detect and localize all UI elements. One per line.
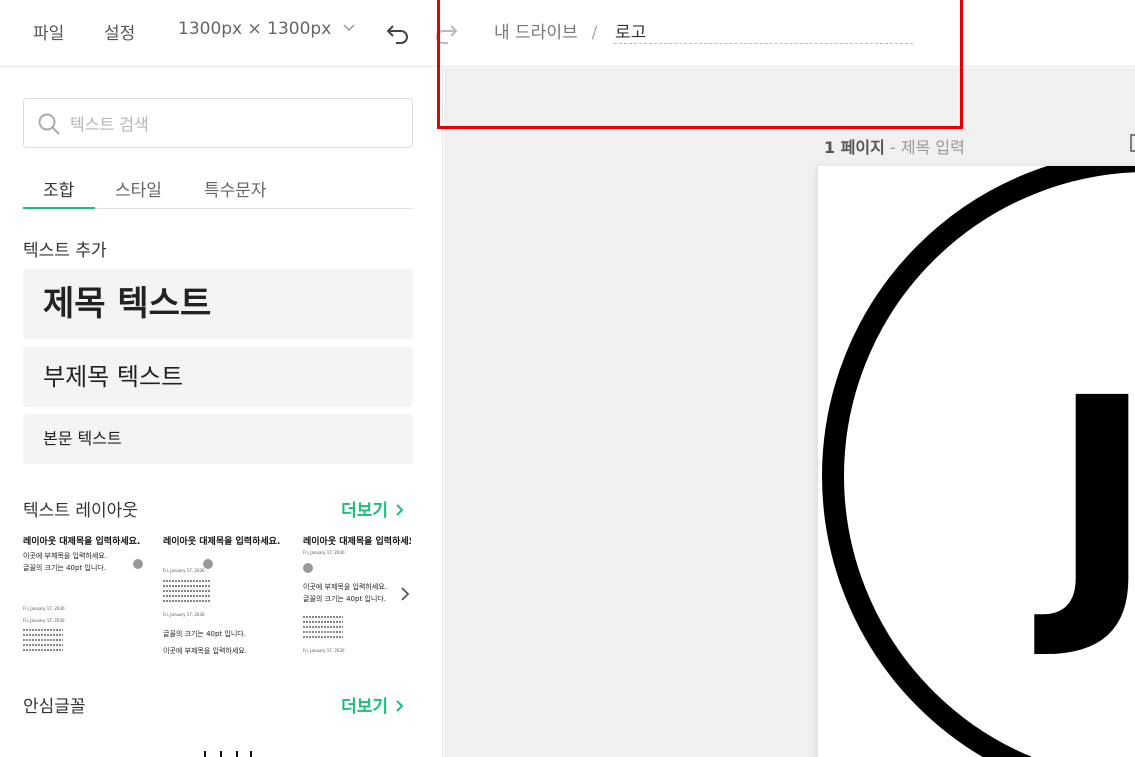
active-tab-indicator [23, 207, 95, 209]
layout-template-1[interactable]: 레이아웃 대제목을 입력하세요. 이곳에 부제목을 입력하세요. 글꼴의 크기는… [23, 532, 151, 660]
layout-date: Fri, January 17, 2030 [23, 618, 65, 623]
chevron-right-icon[interactable] [397, 586, 413, 602]
page-options-icon[interactable] [1130, 134, 1135, 152]
breadcrumb-separator: / [591, 23, 598, 43]
layout-filler [163, 595, 211, 597]
canvas-size-value: 1300px × 1300px [178, 19, 332, 39]
page-label: 1 페이지 - 제목 입력 [824, 134, 965, 158]
tab-special-characters[interactable]: 특수문자 [204, 176, 267, 201]
document-title-input[interactable]: 로고 [614, 18, 913, 44]
text-layout-more-link[interactable]: 더보기 [341, 496, 404, 521]
text-search-input[interactable] [70, 111, 400, 137]
layout-filler [23, 634, 63, 636]
safe-fonts-heading: 안심글꼴 [23, 697, 86, 717]
layout-template-3[interactable]: 레이아웃 대제목을 입력하세요. Fri, January 17, 2030 이… [303, 532, 411, 660]
layout-filler [303, 621, 343, 623]
chevron-down-icon [343, 24, 355, 32]
text-tabs: 조합 스타일 특수문자 [23, 174, 413, 209]
layout-dot [303, 563, 313, 573]
layout-date: Fri, January 17, 2030 [23, 606, 65, 611]
canvas-size-dropdown[interactable]: 1300px × 1300px [178, 19, 355, 39]
tab-combination[interactable]: 조합 [43, 176, 74, 201]
add-text-heading: 텍스트 추가 [23, 241, 107, 261]
layout-filler [303, 626, 343, 628]
chevron-right-icon [396, 504, 404, 516]
logo-graphic[interactable]: J [818, 150, 1135, 757]
layout-date: Fri, January 17, 2030 [163, 612, 205, 617]
menu-settings[interactable]: 설정 [104, 19, 135, 44]
add-heading-button[interactable]: 제목 텍스트 [23, 269, 413, 339]
add-subheading-button[interactable]: 부제목 텍스트 [23, 347, 413, 407]
canvas-workspace: 1 페이지 - 제목 입력 J [444, 68, 1135, 757]
layout-line: 글꼴의 크기는 40pt 입니다. [303, 595, 386, 603]
safe-fonts-more-link[interactable]: 더보기 [341, 692, 404, 717]
layout-dot [133, 559, 143, 569]
layout-line: 이곳에 부제목을 입력하세요. [303, 583, 387, 591]
add-body-text-button[interactable]: 본문 텍스트 [23, 414, 413, 464]
layout-filler [163, 585, 211, 587]
layout-title: 레이아웃 대제목을 입력하세요. [23, 537, 141, 547]
text-layout-heading: 텍스트 레이아웃 [23, 501, 138, 521]
layout-date: Fri, January 17, 2030 [303, 550, 345, 555]
layout-filler [23, 629, 63, 631]
font-preview-glyphs [204, 751, 252, 757]
text-panel: 조합 스타일 특수문자 텍스트 추가 제목 텍스트 부제목 텍스트 본문 텍스트… [0, 68, 443, 757]
layout-filler [163, 590, 211, 592]
chevron-right-icon [396, 700, 404, 712]
page-number: 1 페이지 [824, 138, 885, 157]
layout-line: 이곳에 부제목을 입력하세요. [163, 647, 247, 655]
page-title-input[interactable]: - 제목 입력 [890, 138, 965, 157]
logo-letter: J [1033, 339, 1135, 665]
layout-filler [303, 631, 343, 633]
layout-filler [303, 616, 343, 618]
search-icon [38, 113, 60, 135]
redo-icon[interactable] [432, 18, 460, 46]
layout-filler [23, 644, 63, 646]
text-search-box [23, 98, 413, 148]
layout-filler [23, 639, 63, 641]
top-bar: 파일 설정 1300px × 1300px 내 드라이브 / 로고 [0, 0, 1135, 67]
layout-template-2[interactable]: 레이아웃 대제목을 입력하세요. Fri, January 17, 2030 F… [163, 532, 291, 660]
layout-date: Fri, January 17, 2030 [163, 568, 205, 573]
layout-line: 글꼴의 크기는 40pt 입니다. [163, 630, 246, 638]
breadcrumb: 내 드라이브 / 로고 [494, 18, 913, 44]
tab-style[interactable]: 스타일 [115, 176, 162, 201]
layout-title: 레이아웃 대제목을 입력하세요. [303, 537, 411, 547]
more-label: 더보기 [341, 501, 388, 521]
design-page[interactable]: J [818, 150, 1135, 757]
layout-title: 레이아웃 대제목을 입력하세요. [163, 537, 281, 547]
menu-file[interactable]: 파일 [33, 19, 64, 44]
layout-date: Fri, January 17, 2030 [303, 648, 345, 653]
layout-filler [163, 580, 211, 582]
layout-filler [23, 649, 63, 651]
undo-icon[interactable] [384, 18, 412, 46]
breadcrumb-root[interactable]: 내 드라이브 [494, 23, 578, 43]
layout-line: 글꼴의 크기는 40pt 입니다. [23, 564, 106, 572]
layout-line: 이곳에 부제목을 입력하세요. [23, 552, 107, 560]
layout-filler [163, 600, 211, 602]
more-label: 더보기 [341, 697, 388, 717]
layout-filler [303, 636, 343, 638]
